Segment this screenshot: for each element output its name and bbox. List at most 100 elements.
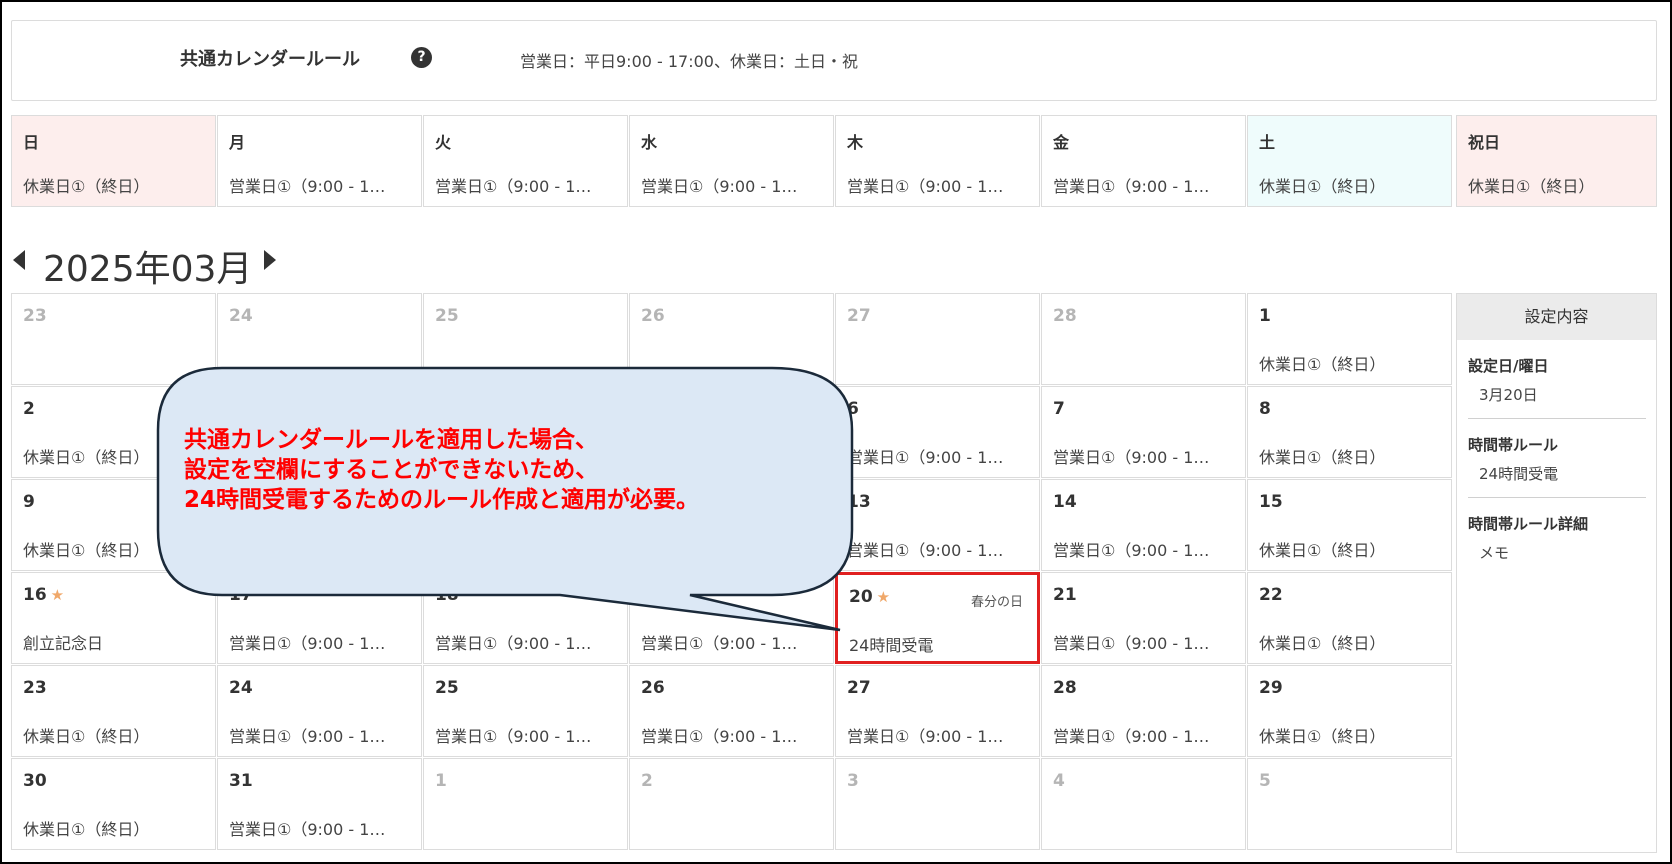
setting-date-label: 設定日/曜日	[1468, 357, 1549, 375]
calendar-day-cell[interactable]: 20 ★ 春分の日 24時間受電	[835, 572, 1040, 664]
day-number: 5	[1259, 771, 1271, 791]
day-rule-value: 創立記念日	[23, 634, 104, 653]
day-rule-value: 休業日①（終日）	[23, 541, 150, 560]
day-rule-value: 休業日①（終日）	[1259, 448, 1386, 467]
weekday-rule-thursday[interactable]: 木 営業日①（9:00 - 1…	[835, 115, 1040, 207]
weekday-rule-sunday[interactable]: 日 休業日①（終日）	[11, 115, 216, 207]
month-title: 2025年03月	[43, 249, 253, 290]
day-number: 9	[23, 492, 35, 512]
day-rule-value: 営業日①（9:00 - 1…	[229, 634, 386, 653]
calendar-day-cell[interactable]: 18 営業日①（9:00 - 1…	[423, 572, 628, 664]
calendar-day-cell[interactable]: 17 営業日①（9:00 - 1…	[217, 572, 422, 664]
calendar-rule-description: 営業日：平日9:00 - 17:00、休業日：土日・祝	[520, 52, 858, 71]
day-rule-value: 休業日①（終日）	[1259, 727, 1386, 746]
calendar-day-cell[interactable]: 23	[11, 293, 216, 385]
day-rule-value: 営業日①（9:00 - 1…	[229, 727, 386, 746]
calendar-day-cell[interactable]: 30 休業日①（終日）	[11, 758, 216, 850]
day-number: 28	[1053, 306, 1077, 326]
calendar-day-cell[interactable]: 1 休業日①（終日）	[1247, 293, 1452, 385]
caret-right-icon[interactable]	[264, 250, 276, 270]
setting-rule-label: 時間帯ルール	[1468, 436, 1559, 454]
weekday-label: 土	[1259, 133, 1276, 152]
calendar-day-cell[interactable]: 21 営業日①（9:00 - 1…	[1041, 572, 1246, 664]
day-number: 5	[641, 399, 653, 419]
day-rule-value: 休業日①（終日）	[1259, 541, 1386, 560]
calendar-day-cell[interactable]: 3	[835, 758, 1040, 850]
calendar-day-cell[interactable]: 22 休業日①（終日）	[1247, 572, 1452, 664]
calendar-rule-header: 共通カレンダールール 営業日：平日9:00 - 17:00、休業日：土日・祝	[11, 20, 1657, 101]
day-rule-value: 営業日①（9:00 - 1…	[1053, 727, 1210, 746]
day-number: 3	[847, 771, 859, 791]
calendar-day-cell[interactable]: 5	[1247, 758, 1452, 850]
calendar-day-cell[interactable]: 26	[629, 293, 834, 385]
day-number: 28	[1053, 678, 1077, 698]
calendar-day-cell[interactable]: 31 営業日①（9:00 - 1…	[217, 758, 422, 850]
calendar-day-cell[interactable]: 25	[423, 293, 628, 385]
day-number: 15	[1259, 492, 1283, 512]
day-rule-value: 休業日①（終日）	[1259, 355, 1386, 374]
weekday-label: 月	[229, 133, 246, 152]
day-number: 25	[435, 678, 459, 698]
day-number: 26	[641, 678, 665, 698]
calendar-day-cell[interactable]: 4	[1041, 758, 1246, 850]
weekday-rule-holiday[interactable]: 祝日 休業日①（終日）	[1456, 115, 1657, 207]
weekday-value: 営業日①（9:00 - 1…	[641, 177, 798, 196]
caret-left-icon[interactable]	[13, 250, 25, 270]
day-number: 13	[847, 492, 871, 512]
calendar-day-cell[interactable]: 1	[423, 758, 628, 850]
calendar-day-cell[interactable]: 16 ★ 創立記念日	[11, 572, 216, 664]
calendar-day-cell[interactable]: 29 休業日①（終日）	[1247, 665, 1452, 757]
calendar-day-cell[interactable]: 23 休業日①（終日）	[11, 665, 216, 757]
calendar-day-cell[interactable]: 27 営業日①（9:00 - 1…	[835, 665, 1040, 757]
calendar-day-cell[interactable]: 19 営業日①（9:00 - 1…	[629, 572, 834, 664]
weekday-value: 休業日①（終日）	[23, 177, 150, 196]
calendar-day-cell[interactable]: 26 営業日①（9:00 - 1…	[629, 665, 834, 757]
weekday-rule-saturday[interactable]: 土 休業日①（終日）	[1247, 115, 1452, 207]
calendar-day-cell[interactable]: 8 休業日①（終日）	[1247, 386, 1452, 478]
day-number: 3	[229, 399, 241, 419]
day-rule-value: 営業日①（9:00 - 1…	[229, 820, 386, 839]
calendar-day-cell[interactable]: 2	[629, 758, 834, 850]
calendar-day-cell[interactable]: 7 営業日①（9:00 - 1…	[1041, 386, 1246, 478]
weekday-label: 祝日	[1468, 133, 1501, 152]
day-number: 21	[1053, 585, 1077, 605]
day-rule-value: 営業日①（9:00 - 1…	[1053, 634, 1210, 653]
day-number: 22	[1259, 585, 1283, 605]
calendar-day-cell[interactable]: 28	[1041, 293, 1246, 385]
calendar-day-cell[interactable]: 28 営業日①（9:00 - 1…	[1041, 665, 1246, 757]
divider	[1468, 418, 1646, 419]
calendar-day-cell[interactable]: 27	[835, 293, 1040, 385]
day-number: 23	[23, 678, 47, 698]
weekday-rule-wednesday[interactable]: 水 営業日①（9:00 - 1…	[629, 115, 834, 207]
day-rule-value: 24時間受電	[849, 636, 934, 655]
star-icon: ★	[876, 588, 891, 606]
weekday-rule-tuesday[interactable]: 火 営業日①（9:00 - 1…	[423, 115, 628, 207]
day-rule-value: 休業日①（終日）	[23, 448, 150, 467]
day-number: 26	[641, 306, 665, 326]
day-rule-value: 営業日①（9:00 - 1…	[1053, 541, 1210, 560]
weekday-label: 火	[435, 133, 452, 152]
day-number: 7	[1053, 399, 1065, 419]
settings-panel: 設定内容 設定日/曜日 3月20日 時間帯ルール 24時間受電 時間帯ルール詳細…	[1456, 293, 1657, 853]
calendar-day-cell[interactable]: 24	[217, 293, 422, 385]
setting-detail-value: メモ	[1479, 544, 1510, 562]
holiday-name: 春分の日	[970, 595, 1023, 610]
calendar-day-cell[interactable]: 24 営業日①（9:00 - 1…	[217, 665, 422, 757]
day-number: 16 ★	[23, 585, 65, 605]
divider	[1468, 497, 1646, 498]
calendar-day-cell[interactable]: 15 休業日①（終日）	[1247, 479, 1452, 571]
day-number: 23	[23, 306, 47, 326]
settings-panel-title: 設定内容	[1457, 294, 1656, 340]
calendar-day-cell[interactable]: 6 営業日①（9:00 - 1…	[835, 386, 1040, 478]
setting-detail-label: 時間帯ルール詳細	[1468, 515, 1589, 533]
setting-date-value: 3月20日	[1479, 386, 1538, 404]
weekday-rule-friday[interactable]: 金 営業日①（9:00 - 1…	[1041, 115, 1246, 207]
calendar-day-cell[interactable]: 14 営業日①（9:00 - 1…	[1041, 479, 1246, 571]
weekday-rule-monday[interactable]: 月 営業日①（9:00 - 1…	[217, 115, 422, 207]
question-circle-icon[interactable]: ?	[411, 47, 432, 68]
day-rule-value: 営業日①（9:00 - 1…	[847, 727, 1004, 746]
day-number: 8	[1259, 399, 1271, 419]
calendar-day-cell[interactable]: 25 営業日①（9:00 - 1…	[423, 665, 628, 757]
calendar-day-cell[interactable]: 13 営業日①（9:00 - 1…	[835, 479, 1040, 571]
day-rule-value: 営業日①（9:00 - 1…	[435, 727, 592, 746]
